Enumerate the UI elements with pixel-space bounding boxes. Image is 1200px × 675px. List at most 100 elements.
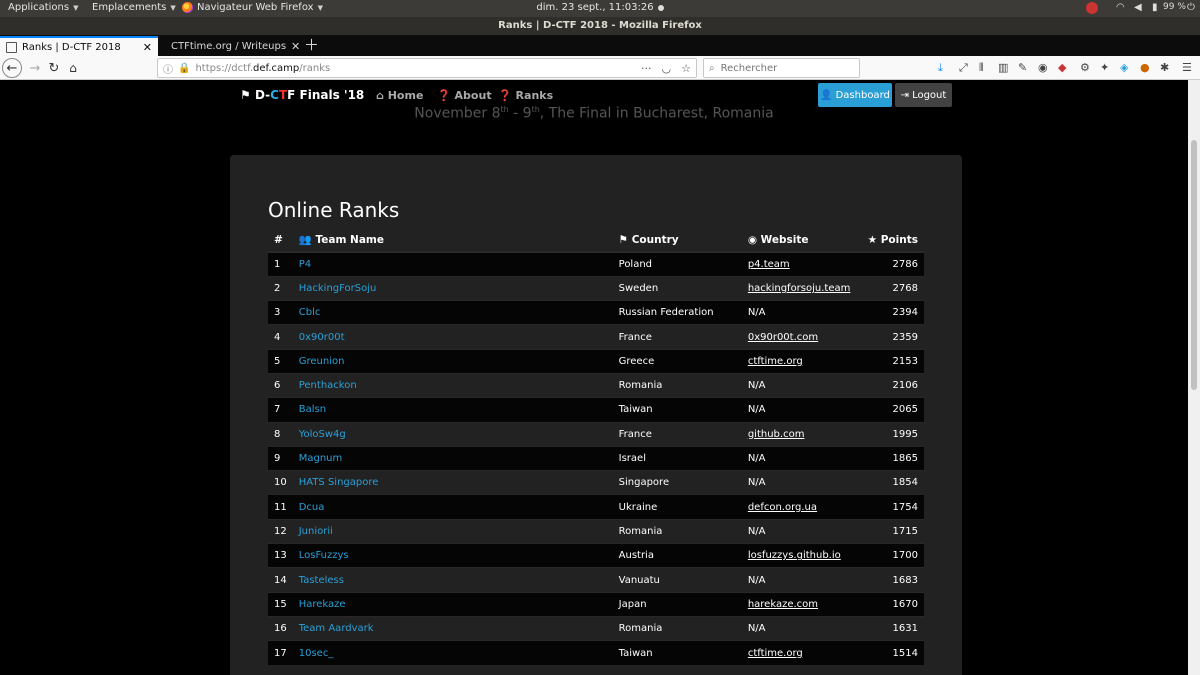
team-link[interactable]: YoloSw4g <box>299 429 346 440</box>
team-link[interactable]: 0x90r00t <box>299 332 345 343</box>
notification-dot-icon <box>657 4 664 11</box>
hamburger-menu-icon[interactable]: ☰ <box>1182 61 1192 74</box>
cell-website: N/A <box>741 445 862 471</box>
hero-text-a: November 8 <box>414 105 501 122</box>
battery-icon[interactable]: ▮ <box>1152 2 1158 13</box>
forward-button[interactable]: → <box>25 58 45 78</box>
cell-team: Balsn <box>292 397 613 423</box>
power-icon[interactable]: ⏻ <box>1187 2 1195 13</box>
team-link[interactable]: HATS Singapore <box>299 477 379 488</box>
extension-icon[interactable]: ✦ <box>1100 61 1109 74</box>
cell-team: P4 <box>292 251 613 277</box>
cell-rank: 6 <box>268 372 293 398</box>
page-scrollbar[interactable] <box>1188 80 1200 675</box>
search-bar[interactable]: ⌕ <box>703 58 860 78</box>
team-link[interactable]: 10sec_ <box>299 648 334 659</box>
team-link[interactable]: Balsn <box>299 404 326 415</box>
clock[interactable]: dim. 23 sept., 11:03:26 <box>0 2 1200 13</box>
extension-icon[interactable]: ◈ <box>1120 61 1128 74</box>
header-country-label: Country <box>631 233 679 246</box>
hero-text-c: , The Final in Bucharest, Romania <box>539 105 774 122</box>
screenshot-icon[interactable]: ⤢ <box>959 61 968 75</box>
cell-country: Russian Federation <box>612 300 742 325</box>
website-link[interactable]: defcon.org.ua <box>748 502 817 513</box>
url-bar[interactable]: ⓘ 🔒 https://dctf.def.camp/ranks ··· ◡ ☆ <box>157 58 697 78</box>
page-actions-icon[interactable]: ··· <box>641 62 652 75</box>
team-link[interactable]: Team Aardvark <box>299 623 374 634</box>
team-link[interactable]: Dcua <box>299 502 325 513</box>
website-link[interactable]: p4.team <box>748 259 790 270</box>
ublock-icon[interactable]: ◆ <box>1058 61 1066 74</box>
home-icon: ⌂ <box>376 89 384 102</box>
window-title: Ranks | D-CTF 2018 - Mozilla Firefox <box>0 17 1200 35</box>
website-link[interactable]: ctftime.org <box>748 648 803 659</box>
nav-home[interactable]: ⌂ Home <box>376 89 423 102</box>
scrollbar-thumb[interactable] <box>1191 140 1197 390</box>
search-input[interactable] <box>720 62 841 74</box>
url-host: def.camp <box>253 62 300 74</box>
brand-letter-t: T <box>278 88 288 102</box>
cell-points: 2394 <box>861 300 924 325</box>
dashboard-button[interactable]: 👤 Dashboard <box>818 83 892 107</box>
globe-icon[interactable]: ◉ <box>1038 61 1048 74</box>
extension-icon[interactable]: ✱ <box>1160 61 1169 74</box>
home-icon: ⌂ <box>69 61 77 75</box>
reload-button[interactable]: ↻ <box>44 58 64 78</box>
website-link[interactable]: github.com <box>748 429 805 440</box>
team-link[interactable]: Cblc <box>299 307 321 318</box>
library-icon[interactable]: ⫴ <box>979 61 984 75</box>
extension-icon[interactable]: ● <box>1140 61 1150 74</box>
wrench-icon[interactable]: ✎ <box>1018 61 1027 74</box>
lock-warning-icon[interactable]: 🔒 <box>178 63 190 74</box>
table-row: 3 Cblc Russian Federation N/A 2394 <box>268 300 924 325</box>
pocket-icon[interactable]: ◡ <box>662 62 672 75</box>
team-link[interactable]: LosFuzzys <box>299 550 349 561</box>
team-link[interactable]: Tasteless <box>299 575 344 586</box>
close-icon[interactable]: ✕ <box>291 40 300 53</box>
team-link[interactable]: Magnum <box>299 453 343 464</box>
header-points: ★ Points <box>861 228 924 253</box>
bookmark-star-icon[interactable]: ☆ <box>681 62 691 75</box>
header-website: ◉ Website <box>741 228 862 253</box>
new-tab-button[interactable]: ＋ <box>304 35 319 56</box>
info-icon[interactable]: ⓘ <box>163 61 173 76</box>
cell-rank: 9 <box>268 445 293 471</box>
back-button[interactable]: ← <box>2 58 22 78</box>
table-header-row: # 👥 Team Name ⚑ Country ◉ Website ★ Poin… <box>268 228 924 253</box>
cell-website: N/A <box>741 615 862 641</box>
logout-button[interactable]: ⇥ Logout <box>895 83 952 107</box>
website-link[interactable]: 0x90r00t.com <box>748 332 818 343</box>
close-icon[interactable]: ✕ <box>143 41 152 54</box>
team-link[interactable]: Penthackon <box>299 380 357 391</box>
download-icon[interactable]: ⤓ <box>938 61 943 75</box>
site-brand[interactable]: ⚑ D-CTF Finals '18 <box>240 88 364 102</box>
team-link[interactable]: Juniorii <box>299 526 333 537</box>
extension-icon[interactable]: ⚙ <box>1080 61 1090 74</box>
cell-rank: 8 <box>268 421 293 447</box>
cell-website: defcon.org.ua <box>741 494 862 520</box>
home-button[interactable]: ⌂ <box>63 58 83 78</box>
team-link[interactable]: Harekaze <box>299 599 346 610</box>
website-link[interactable]: hackingforsoju.team <box>748 283 851 294</box>
team-link[interactable]: HackingForSoju <box>299 283 377 294</box>
wifi-icon[interactable]: ◠ <box>1116 2 1125 13</box>
volume-icon[interactable]: ◀ <box>1134 2 1142 13</box>
tab-ctftime[interactable]: CTFtime.org / Writeups ✕ <box>160 36 300 56</box>
team-link[interactable]: P4 <box>299 259 311 270</box>
cell-points: 2065 <box>861 397 924 423</box>
website-link[interactable]: losfuzzys.github.io <box>748 550 841 561</box>
cell-country: Taiwan <box>612 397 742 423</box>
nav-about[interactable]: ❓ About <box>437 89 492 102</box>
cell-team: Dcua <box>292 494 613 520</box>
table-row: 12 Juniorii Romania N/A 1715 <box>268 518 924 544</box>
sidebar-icon[interactable]: ▥ <box>998 61 1008 74</box>
cell-country: Japan <box>612 591 742 617</box>
nav-about-label: About <box>454 89 492 102</box>
website-link[interactable]: harekaze.com <box>748 599 818 610</box>
website-link[interactable]: ctftime.org <box>748 356 803 367</box>
team-link[interactable]: Greunion <box>299 356 345 367</box>
nav-ranks[interactable]: ❓ Ranks <box>498 89 553 102</box>
cell-rank: 1 <box>268 251 293 277</box>
tab-ranks[interactable]: Ranks | D-CTF 2018 ✕ <box>0 36 158 56</box>
indicator-icon[interactable] <box>1086 2 1098 14</box>
